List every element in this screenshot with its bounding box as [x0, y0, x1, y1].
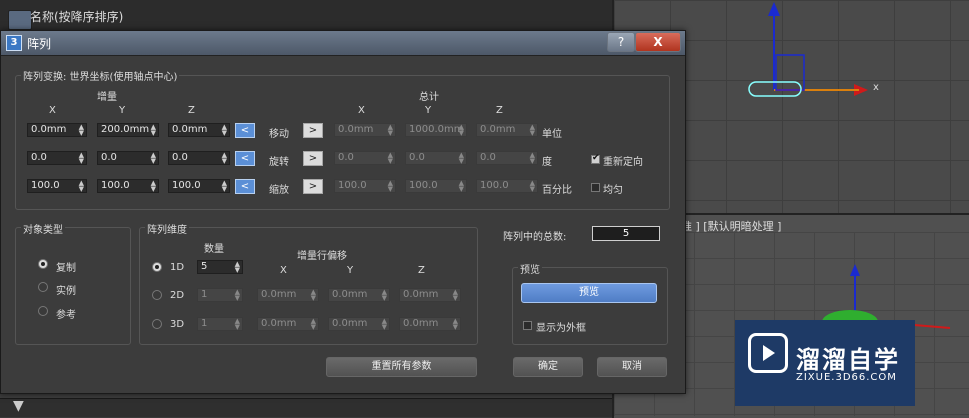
total-axis-x: X: [358, 105, 365, 116]
count-3d[interactable]: 1 ▲ ▼: [197, 317, 243, 331]
offset-2d-x[interactable]: 0.0mm ▲ ▼: [257, 288, 319, 302]
preview-button[interactable]: 预览: [521, 283, 657, 303]
radio-instance-label: 实例: [56, 286, 76, 297]
offset-axis-z: Z: [418, 265, 425, 276]
scale-inc-y[interactable]: 100.0 ▲ ▼: [97, 179, 159, 193]
radio-copy[interactable]: [38, 259, 48, 269]
radio-2d[interactable]: [152, 290, 162, 300]
array-dialog: 3 阵列 ? X 阵列变换: 世界坐标(使用轴点中心) 增量 总计 X Y Z …: [0, 30, 686, 394]
radio-instance[interactable]: [38, 282, 48, 292]
radio-reference-label: 参考: [56, 310, 76, 321]
display-as-box-checkbox[interactable]: [523, 321, 532, 330]
move-total-x[interactable]: 0.0mm ▲ ▼: [334, 123, 396, 137]
object-type-label: 对象类型: [21, 221, 65, 236]
scale-left-arrow[interactable]: <: [235, 179, 255, 194]
rotate-unit: 度: [542, 157, 552, 168]
radio-2d-label: 2D: [170, 290, 185, 301]
inc-axis-z: Z: [188, 105, 195, 116]
scale-inc-x[interactable]: 100.0 ▲ ▼: [27, 179, 87, 193]
move-inc-x[interactable]: 0.0mm ▲ ▼: [27, 123, 87, 137]
rotate-total-y[interactable]: 0.0 ▲ ▼: [405, 151, 467, 165]
uniform-checkbox[interactable]: [591, 183, 600, 192]
move-left-arrow[interactable]: <: [235, 123, 255, 138]
scale-total-x[interactable]: 100.0 ▲ ▼: [334, 179, 396, 193]
offset-axis-x: X: [280, 265, 287, 276]
rotate-left-arrow[interactable]: <: [235, 151, 255, 166]
dimensions-label: 阵列维度: [145, 221, 189, 236]
count-1d[interactable]: 5 ▲ ▼: [197, 260, 243, 274]
close-button[interactable]: X: [635, 32, 681, 52]
viewport-label[interactable]: 标准 ] [默认明暗处理 ]: [670, 218, 781, 234]
preview-group-label: 预览: [518, 261, 542, 276]
radio-reference[interactable]: [38, 306, 48, 316]
radio-3d-label: 3D: [170, 319, 185, 330]
offset-2d-y[interactable]: 0.0mm ▲ ▼: [328, 288, 390, 302]
scale-unit: 百分比: [542, 185, 572, 196]
rotate-label: 旋转: [269, 157, 289, 168]
uniform-label: 均匀: [603, 185, 623, 196]
move-total-y[interactable]: 1000.0mm ▲ ▼: [405, 123, 467, 137]
rotate-total-x[interactable]: 0.0 ▲ ▼: [334, 151, 396, 165]
reorient-checkbox[interactable]: [591, 153, 600, 164]
transform-group-label: 阵列变换: 世界坐标(使用轴点中心): [21, 68, 180, 83]
rotate-right-arrow[interactable]: >: [303, 151, 323, 166]
total-axis-z: Z: [496, 105, 503, 116]
rotate-total-z[interactable]: 0.0 ▲ ▼: [476, 151, 538, 165]
radio-1d[interactable]: [152, 262, 162, 272]
count-label: 数量: [204, 244, 224, 255]
scale-right-arrow[interactable]: >: [303, 179, 323, 194]
filter-icon[interactable]: ▼: [13, 398, 24, 414]
logo-title: 溜溜自学: [796, 346, 900, 374]
move-inc-y[interactable]: 200.0mm ▲ ▼: [97, 123, 159, 137]
help-button[interactable]: ?: [607, 32, 635, 52]
inc-axis-y: Y: [119, 105, 126, 116]
move-inc-z[interactable]: 0.0mm ▲ ▼: [168, 123, 230, 137]
move-label: 移动: [269, 129, 289, 140]
axis-x-label: x: [873, 82, 879, 93]
radio-1d-label: 1D: [170, 262, 185, 273]
play-icon: [748, 333, 788, 373]
offset-3d-x[interactable]: 0.0mm ▲ ▼: [257, 317, 319, 331]
total-in-array-field[interactable]: 5: [592, 226, 660, 241]
ok-button[interactable]: 确定: [513, 357, 583, 377]
scale-total-y[interactable]: 100.0 ▲ ▼: [405, 179, 467, 193]
rotate-inc-y[interactable]: 0.0 ▲ ▼: [97, 151, 159, 165]
totals-label: 总计: [419, 92, 439, 103]
scale-label: 缩放: [269, 185, 289, 196]
move-right-arrow[interactable]: >: [303, 123, 323, 138]
logo-subtitle: ZIXUE.3D66.COM: [796, 372, 897, 383]
scale-total-z[interactable]: 100.0 ▲ ▼: [476, 179, 538, 193]
total-axis-y: Y: [425, 105, 432, 116]
scene-explorer-button[interactable]: [8, 10, 32, 30]
offset-2d-z[interactable]: 0.0mm ▲ ▼: [399, 288, 461, 302]
bottom-toolbar: [0, 398, 612, 417]
dialog-title: 阵列: [27, 37, 52, 51]
radio-3d[interactable]: [152, 319, 162, 329]
inc-axis-x: X: [49, 105, 56, 116]
offset-3d-y[interactable]: 0.0mm ▲ ▼: [328, 317, 390, 331]
scene-explorer-sort-label[interactable]: 名称(按降序排序): [30, 8, 123, 25]
move-unit: 单位: [542, 129, 562, 140]
scale-inc-z[interactable]: 100.0 ▲ ▼: [168, 179, 230, 193]
offset-axis-y: Y: [347, 265, 354, 276]
reorient-label: 重新定向: [603, 157, 643, 168]
app-icon: 3: [6, 35, 22, 51]
rotate-inc-x[interactable]: 0.0 ▲ ▼: [27, 151, 87, 165]
cancel-button[interactable]: 取消: [597, 357, 667, 377]
move-total-z[interactable]: 0.0mm ▲ ▼: [476, 123, 538, 137]
increment-label: 增量: [97, 92, 117, 103]
row-offset-label: 增量行偏移: [297, 251, 347, 262]
total-in-array-label: 阵列中的总数:: [503, 232, 567, 243]
count-2d[interactable]: 1 ▲ ▼: [197, 288, 243, 302]
dialog-titlebar[interactable]: [1, 31, 685, 56]
display-as-box-label: 显示为外框: [536, 323, 586, 334]
radio-copy-label: 复制: [56, 263, 76, 274]
rotate-inc-z[interactable]: 0.0 ▲ ▼: [168, 151, 230, 165]
offset-3d-z[interactable]: 0.0mm ▲ ▼: [399, 317, 461, 331]
reset-all-button[interactable]: 重置所有参数: [326, 357, 477, 377]
